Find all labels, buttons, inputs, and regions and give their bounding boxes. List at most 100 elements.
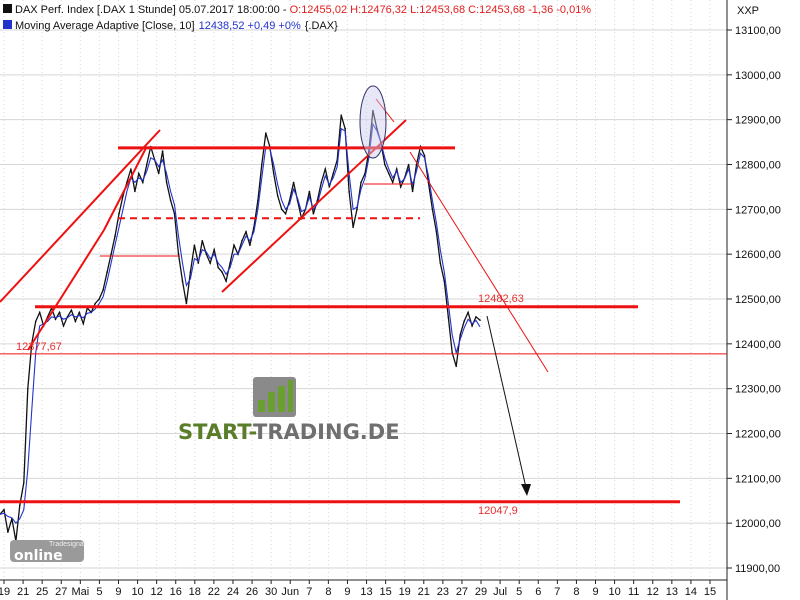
y-tick-label: 12400,00 (735, 339, 781, 351)
x-tick-label: 7 (554, 586, 560, 598)
level-label-12047: 12047,9 (478, 505, 518, 517)
x-tick-label: 16 (170, 586, 182, 598)
x-tick-label: 6 (535, 586, 541, 598)
level-label-12482: 12482,63 (478, 293, 524, 305)
legend-swatch-ma (3, 20, 12, 29)
x-tick-label: 13 (666, 586, 678, 598)
price-point (7, 531, 9, 533)
price-point (388, 172, 390, 175)
price-point (471, 325, 473, 327)
legend-ma-symbol: {.DAX} (305, 20, 338, 32)
axis-symbol: XXP (737, 5, 759, 17)
x-tick-label: 10 (608, 586, 620, 598)
price-point (272, 172, 275, 175)
y-tick-label: 12000,00 (735, 518, 781, 530)
y-tick-label: 12900,00 (735, 115, 781, 127)
price-point (138, 172, 140, 175)
price-point (475, 316, 477, 318)
x-tick-label: 13 (360, 586, 372, 598)
price-point (58, 311, 61, 314)
x-tick-label: 21 (418, 586, 430, 598)
price-point (74, 320, 77, 323)
price-point (185, 302, 188, 305)
x-tick-label: 21 (17, 586, 29, 598)
price-point (54, 318, 57, 321)
price-point (38, 311, 41, 314)
price-point (146, 163, 148, 166)
x-tick-label: 23 (437, 586, 449, 598)
x-tick-label: 15 (379, 586, 391, 598)
x-tick-label: 22 (208, 586, 220, 598)
price-point (23, 482, 25, 484)
price-point (328, 186, 331, 188)
price-point (78, 311, 81, 314)
price-point (356, 208, 358, 211)
price-point (221, 271, 223, 273)
watermark-logo-bar4 (288, 380, 293, 412)
price-point (332, 172, 335, 175)
price-point (19, 504, 21, 507)
price-point (308, 190, 311, 193)
legend-ma-name: Moving Average Adaptive [Close, 10] (15, 20, 195, 32)
price-point (467, 311, 469, 314)
price-point (352, 226, 354, 229)
price-chart[interactable]: 13100,00 13000,00 12900,00 12800,00 12700,00… (0, 0, 800, 600)
price-point (265, 132, 267, 134)
price-point (169, 199, 172, 202)
price-point (177, 253, 180, 255)
price-point (384, 163, 386, 166)
watermark-logo-bar1 (258, 400, 265, 412)
tradesignal-online-logo: Tradesignal online (10, 540, 86, 564)
price-point (276, 195, 279, 197)
y-tick-label: 12500,00 (735, 294, 781, 306)
price-point (102, 289, 104, 291)
price-point (479, 319, 481, 321)
price-point (106, 271, 108, 273)
price-point (130, 168, 132, 170)
price-point (435, 231, 438, 233)
price-point (3, 508, 5, 511)
x-tick-label: 19 (399, 586, 411, 598)
price-point (284, 213, 287, 215)
x-tick-label: 18 (189, 586, 201, 598)
price-point (407, 163, 410, 166)
price-point (165, 181, 168, 184)
legend-price-ohlc: O:12455,02 H:12476,32 L:12453,68 C:12453… (290, 4, 592, 16)
price-point (261, 163, 263, 166)
price-point (157, 172, 160, 175)
x-tick-label: 7 (306, 586, 312, 598)
y-tick-label: 12100,00 (735, 473, 781, 485)
price-point (249, 244, 251, 246)
x-tick-label: Mai (71, 586, 89, 598)
x-tick-label: 24 (227, 586, 239, 598)
watermark-text-gray: TRADING.DE (253, 420, 400, 444)
price-point (233, 244, 235, 246)
price-point (27, 387, 29, 390)
x-tick-label: 29 (475, 586, 487, 598)
price-point (189, 271, 192, 273)
x-tick-label: 8 (573, 586, 579, 598)
y-tick-label: 12200,00 (735, 429, 781, 441)
x-tick-label: 27 (456, 586, 468, 598)
x-tick-label: 11 (628, 586, 639, 598)
x-tick-label: 5 (516, 586, 522, 598)
price-point (391, 181, 394, 184)
price-point (62, 325, 65, 327)
price-point (245, 231, 247, 233)
level-label-12377: 12377,67 (16, 341, 62, 353)
watermark-text-green: START- (178, 420, 257, 444)
y-tick-label: 12700,00 (735, 204, 781, 216)
price-point (395, 168, 398, 170)
x-tick-label: Jul (493, 586, 507, 598)
price-point (447, 316, 450, 318)
price-point (197, 262, 200, 264)
highlight-ellipse (359, 85, 387, 159)
price-point (225, 280, 227, 282)
price-point (181, 280, 184, 282)
price-point (312, 213, 315, 215)
price-point (229, 262, 231, 264)
y-tick-label: 12600,00 (735, 249, 781, 261)
legend-price-instrument: DAX Perf. Index [.DAX 1 Stunde] 05.07.20… (15, 4, 290, 16)
x-tick-label: 5 (96, 586, 102, 598)
price-point (114, 235, 116, 237)
